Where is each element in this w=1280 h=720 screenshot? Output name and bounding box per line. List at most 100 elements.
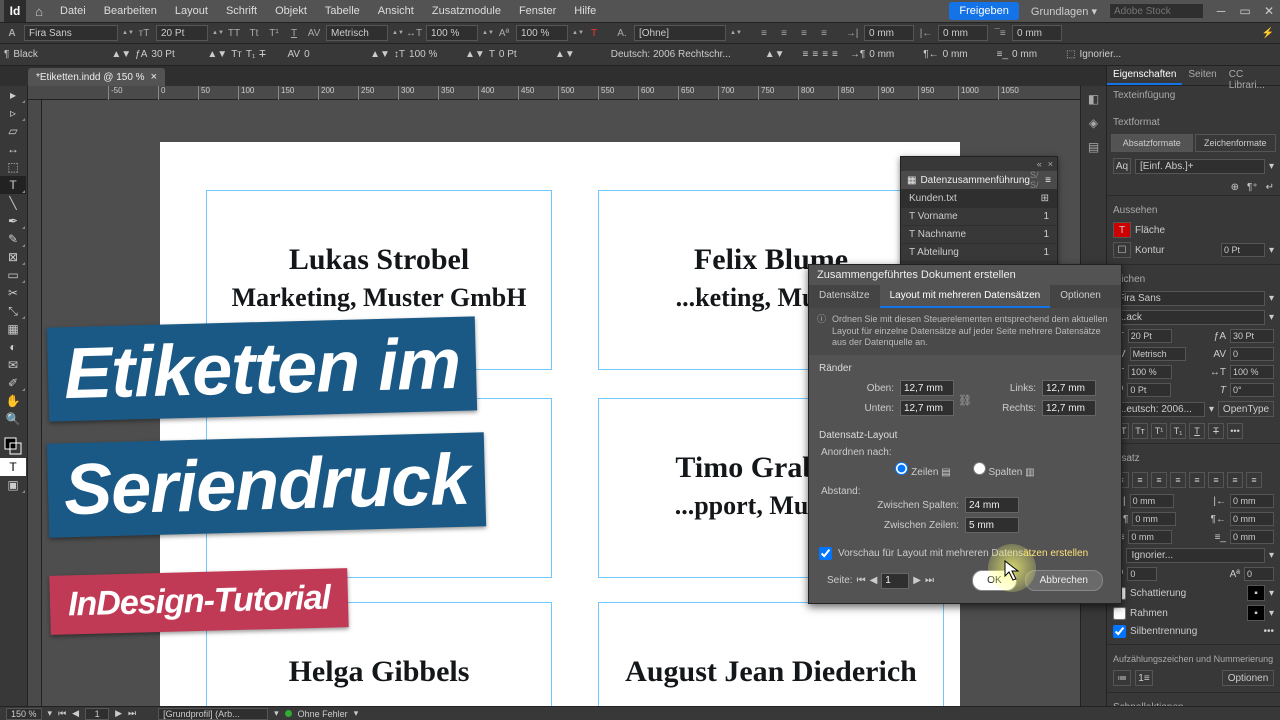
font-weight-input[interactable]: ...ack: [1113, 310, 1265, 325]
rectangle-frame-tool-icon[interactable]: ⊠: [0, 248, 26, 266]
hand-tool-icon[interactable]: ✋: [0, 392, 26, 410]
strike-icon-r[interactable]: T: [1208, 423, 1224, 439]
font-input[interactable]: Fira Sans: [1113, 291, 1265, 306]
justify-all-center-icon[interactable]: ≡: [812, 49, 818, 60]
preflight-profile[interactable]: [Grundprofil] (Arb...: [158, 708, 268, 720]
share-button[interactable]: Freigeben: [949, 2, 1019, 20]
document-tab[interactable]: *Etiketten.indd @ 150 % ×: [28, 68, 165, 86]
fontsize-input[interactable]: 20 Pt: [156, 25, 208, 41]
language-select[interactable]: Deutsch: 2006 Rechtschr...: [611, 49, 761, 60]
hyphenation-checkbox[interactable]: [1113, 625, 1126, 638]
home-icon[interactable]: ⌂: [28, 0, 50, 22]
fill-stroke-swatch-icon[interactable]: [0, 434, 26, 458]
data-field-row[interactable]: T Nachname1: [901, 225, 1057, 243]
font-weight-select[interactable]: Black: [13, 49, 107, 60]
justify-full-icon[interactable]: ≡: [832, 49, 838, 60]
border-checkbox[interactable]: [1113, 607, 1126, 620]
align-c-icon[interactable]: ≡: [1132, 472, 1148, 488]
line-tool-icon[interactable]: ╲: [0, 194, 26, 212]
stroke-swatch-icon[interactable]: ☐: [1113, 242, 1131, 258]
tab-datensaetze[interactable]: Datensätze: [809, 285, 880, 308]
fontsize-input-r[interactable]: [1128, 329, 1172, 343]
text-fill-icon[interactable]: T: [586, 25, 602, 41]
data-field-row[interactable]: T Vorname1: [901, 207, 1057, 225]
eyedropper-tool-icon[interactable]: ✐: [0, 374, 26, 392]
hscale-input-r[interactable]: [1230, 365, 1274, 379]
border-swatch[interactable]: ▪: [1247, 605, 1265, 621]
new-style-icon[interactable]: ⊕: [1231, 182, 1239, 193]
subscript-icon-r[interactable]: T₁: [1170, 423, 1186, 439]
menu-schrift[interactable]: Schrift: [218, 5, 265, 17]
selection-tool-icon[interactable]: ▸: [0, 86, 26, 104]
first-indent-input[interactable]: 0 mm: [869, 49, 919, 60]
window-restore-icon[interactable]: ▭: [1238, 4, 1252, 18]
row-gap-input[interactable]: [965, 517, 1019, 533]
allcaps-icon[interactable]: TT: [226, 25, 242, 41]
leading-input[interactable]: 30 Pt: [151, 49, 203, 60]
kerning-input-r[interactable]: [1130, 347, 1186, 361]
zoom-tool-icon[interactable]: 🔍: [0, 410, 26, 428]
column-gap-input[interactable]: [965, 497, 1019, 513]
preview-checkbox[interactable]: [819, 547, 832, 560]
last-page-sb-icon[interactable]: ⏭: [128, 708, 136, 719]
data-field-row[interactable]: T Abteilung1: [901, 243, 1057, 261]
clear-override-icon[interactable]: ¶⁺: [1247, 182, 1258, 193]
more-para-icon[interactable]: •••: [1263, 626, 1274, 637]
link-margins-icon[interactable]: ⛓: [958, 385, 972, 415]
stroke-weight-input[interactable]: [1221, 243, 1265, 257]
close-tab-icon[interactable]: ×: [151, 71, 157, 83]
page-number-input[interactable]: [881, 573, 909, 589]
list-options-button[interactable]: Optionen: [1222, 670, 1274, 686]
superscript-icon[interactable]: T¹: [266, 25, 282, 41]
align-r-icon[interactable]: ≡: [1151, 472, 1167, 488]
next-page-sb-icon[interactable]: ▶: [115, 708, 122, 719]
space-after-input[interactable]: 0 mm: [1012, 49, 1062, 60]
note-tool-icon[interactable]: ✉: [0, 356, 26, 374]
formatting-affects-text-icon[interactable]: T: [0, 458, 26, 476]
numbers-icon[interactable]: 1≡: [1135, 670, 1153, 686]
menu-ansicht[interactable]: Ansicht: [370, 5, 422, 17]
align-j-icon[interactable]: ≡: [1170, 472, 1186, 488]
arrange-rows-radio[interactable]: Zeilen ▤: [895, 462, 950, 478]
gap-tool-icon[interactable]: ↔: [0, 140, 26, 158]
window-close-icon[interactable]: ✕: [1262, 4, 1276, 18]
dropcap-lines-input[interactable]: [1127, 567, 1157, 581]
menu-layout[interactable]: Layout: [167, 5, 216, 17]
dropcap-chars-input[interactable]: [1244, 567, 1274, 581]
first-page-sb-icon[interactable]: ⏮: [58, 708, 66, 719]
type-tool-icon[interactable]: T: [0, 176, 26, 194]
baseline-input-r[interactable]: [1127, 383, 1171, 397]
subtab-absatzformate[interactable]: Absatzformate: [1111, 134, 1193, 152]
more-char-icon[interactable]: •••: [1227, 423, 1243, 439]
space-before-input-r[interactable]: [1128, 530, 1172, 544]
baseline-input[interactable]: 0 Pt: [499, 49, 551, 60]
pencil-tool-icon[interactable]: ✎: [0, 230, 26, 248]
cancel-button[interactable]: Abbrechen: [1025, 570, 1103, 591]
flash-icon[interactable]: ⚡: [1260, 25, 1276, 41]
page-number-sb[interactable]: 1: [85, 708, 109, 720]
tab-layout-mehrere[interactable]: Layout mit mehreren Datensätzen: [880, 285, 1051, 308]
tracking-input[interactable]: 0: [304, 49, 366, 60]
tab-cc-libraries[interactable]: CC Librari...: [1223, 66, 1280, 85]
superscript-icon-r[interactable]: T¹: [1151, 423, 1167, 439]
tracking-input-r[interactable]: [1230, 347, 1274, 361]
align-center-icon[interactable]: ≡: [776, 25, 792, 41]
subtab-zeichenformate[interactable]: Zeichenformate: [1195, 134, 1277, 152]
align-jl-icon[interactable]: ≡: [1189, 472, 1205, 488]
redefine-style-icon[interactable]: ↵: [1266, 182, 1274, 193]
pen-tool-icon[interactable]: ✒: [0, 212, 26, 230]
subscript-icon[interactable]: T₁: [246, 49, 255, 60]
menu-fenster[interactable]: Fenster: [511, 5, 564, 17]
last-page-icon[interactable]: ⏭: [925, 575, 934, 586]
smallcaps-icon-r[interactable]: Tᴛ: [1132, 423, 1148, 439]
gradient-swatch-tool-icon[interactable]: ▦: [0, 320, 26, 338]
font-family-select[interactable]: Fira Sans: [24, 25, 118, 41]
indent-right-input[interactable]: 0 mm: [938, 25, 988, 41]
opentype-button[interactable]: OpenType: [1218, 401, 1274, 417]
char-style-icon[interactable]: A.: [614, 25, 630, 41]
search-input[interactable]: [1109, 3, 1204, 19]
underline-icon[interactable]: T: [286, 25, 302, 41]
rectangle-tool-icon[interactable]: ▭: [0, 266, 26, 284]
menu-bearbeiten[interactable]: Bearbeiten: [96, 5, 165, 17]
align-jr-icon[interactable]: ≡: [1227, 472, 1243, 488]
